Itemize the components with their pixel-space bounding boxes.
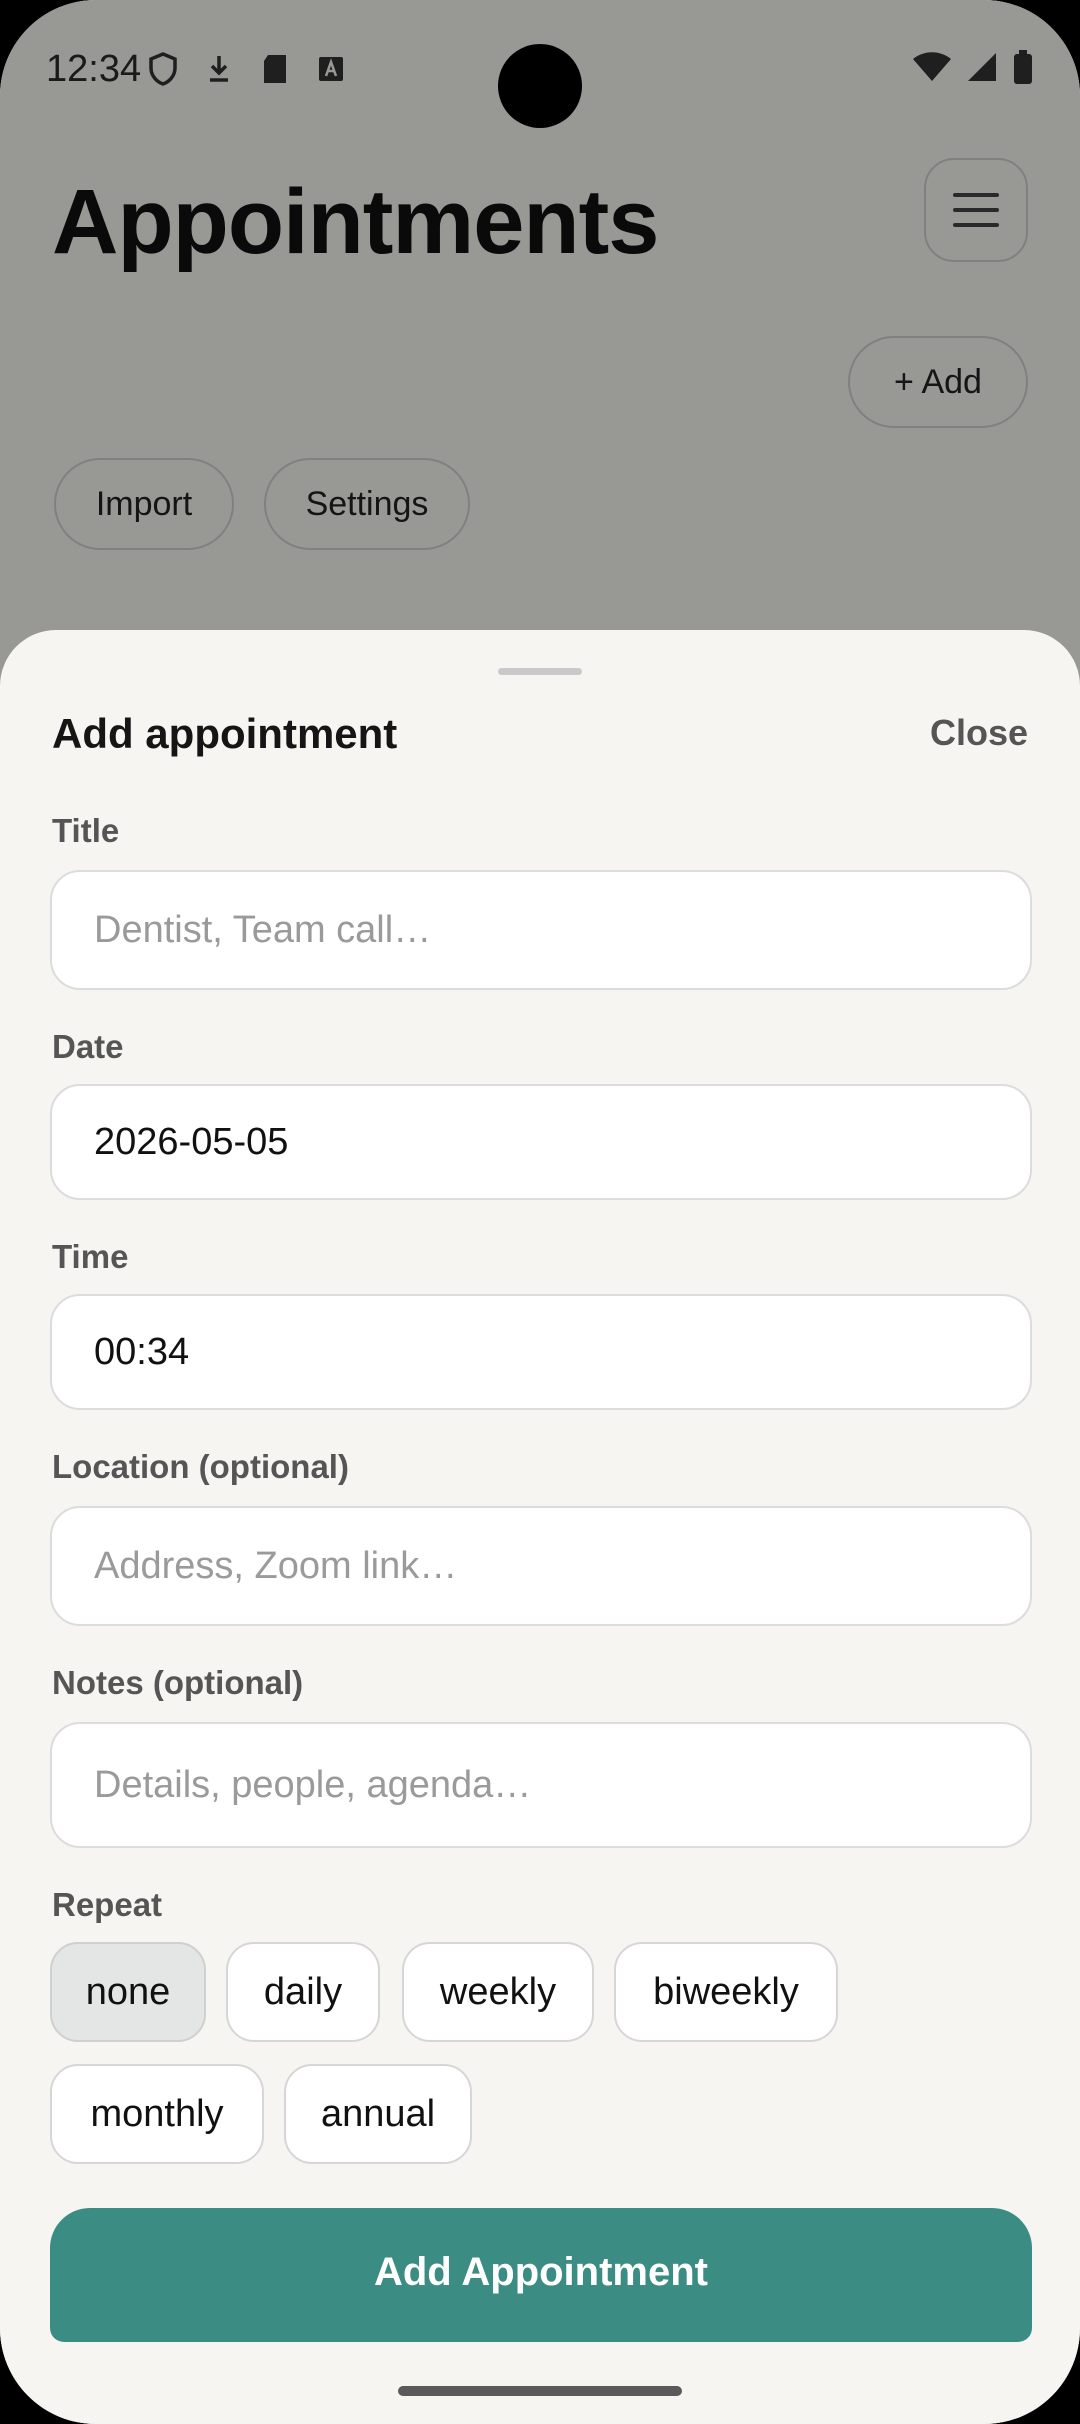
repeat-option-annual[interactable]: annual	[284, 2064, 472, 2164]
date-field-box[interactable]	[50, 1084, 1032, 1200]
repeat-option-none[interactable]: none	[50, 1942, 206, 2042]
title-label: Title	[52, 812, 120, 849]
add-appointment-button[interactable]: Add Appointment	[50, 2208, 1032, 2342]
sheet-drag-handle[interactable]	[498, 668, 582, 675]
repeat-option-monthly[interactable]: monthly	[50, 2064, 264, 2164]
sheet-title: Add appointment	[52, 710, 398, 757]
location-input[interactable]	[94, 1544, 988, 1588]
home-indicator[interactable]	[398, 2386, 682, 2396]
time-input[interactable]	[94, 1330, 988, 1374]
repeat-option-biweekly[interactable]: biweekly	[614, 1942, 838, 2042]
repeat-option-daily[interactable]: daily	[226, 1942, 380, 2042]
close-button[interactable]: Close	[930, 712, 1028, 754]
title-input[interactable]	[94, 908, 988, 952]
date-label: Date	[52, 1028, 124, 1065]
notes-label: Notes (optional)	[52, 1664, 304, 1701]
date-input[interactable]	[94, 1120, 988, 1164]
time-field-box[interactable]	[50, 1294, 1032, 1410]
repeat-option-weekly[interactable]: weekly	[402, 1942, 594, 2042]
title-field-box[interactable]	[50, 870, 1032, 990]
location-label: Location (optional)	[52, 1448, 349, 1485]
notes-field-box[interactable]	[50, 1722, 1032, 1848]
device-screen: 12:34 Appointments + Add Import Settings…	[0, 0, 1080, 2424]
time-label: Time	[52, 1238, 129, 1275]
repeat-label: Repeat	[52, 1886, 163, 1923]
add-appointment-sheet: Add appointment Close Title Date Time Lo…	[0, 630, 1080, 2424]
notes-input[interactable]	[94, 1763, 988, 1807]
location-field-box[interactable]	[50, 1506, 1032, 1626]
